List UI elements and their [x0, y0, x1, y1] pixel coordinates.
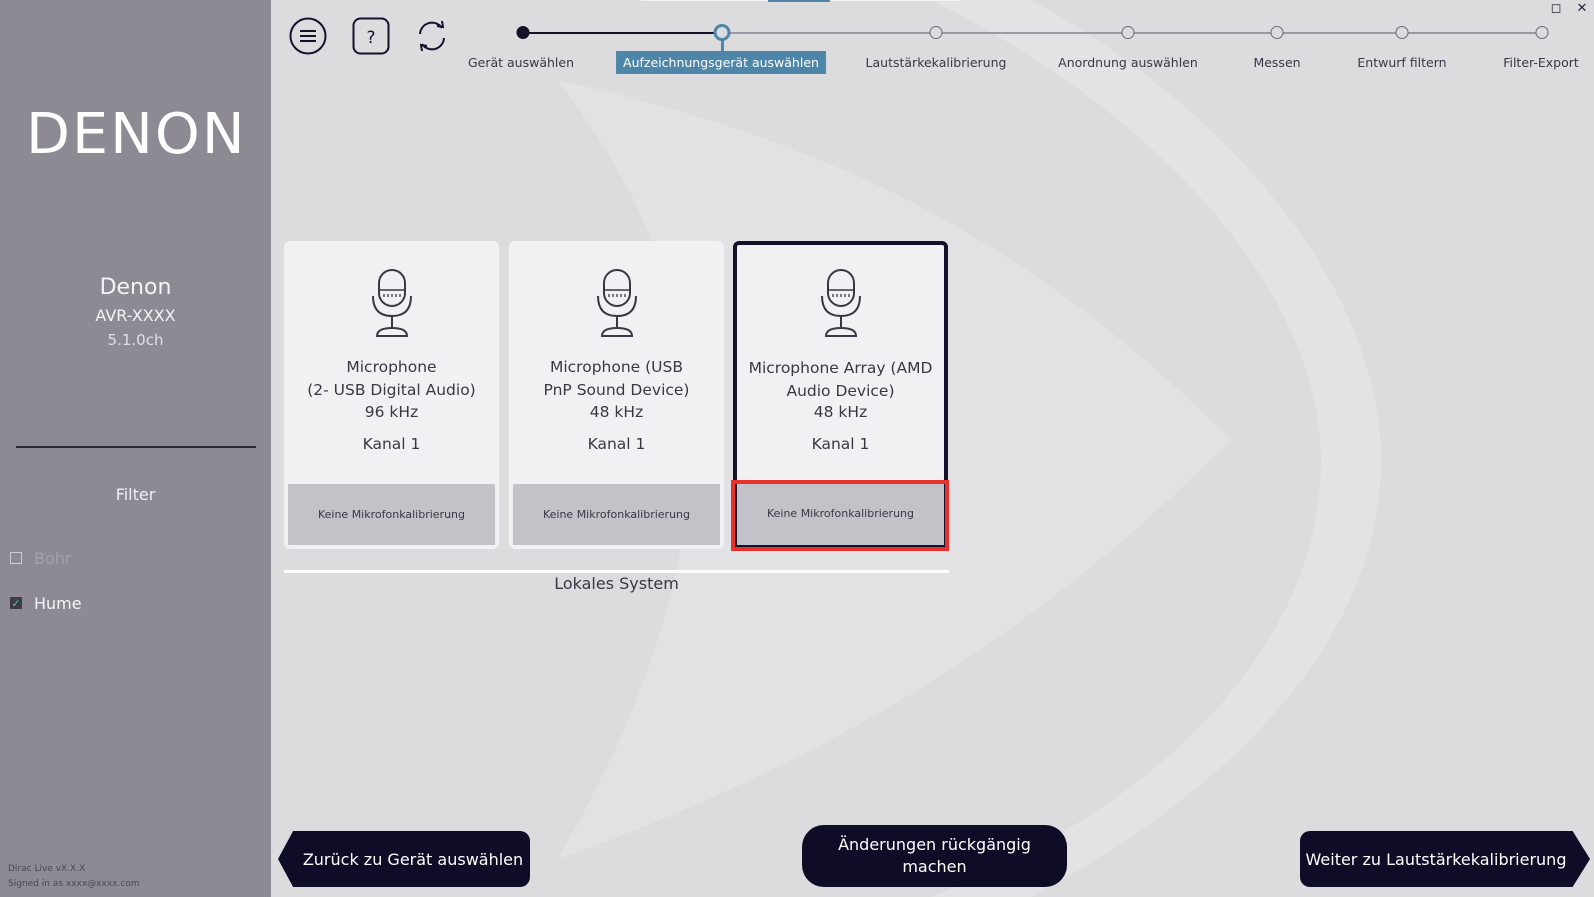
- stepper-line-done: [523, 32, 722, 34]
- step-dot-geraet[interactable]: [516, 26, 530, 39]
- step-label-export[interactable]: Filter-Export: [1503, 55, 1579, 70]
- device-model: AVR-XXXX: [95, 306, 176, 325]
- stepper-line-pending: [730, 32, 1542, 34]
- device-card-selected[interactable]: Microphone Array (AMD Audio Device) 48 k…: [733, 241, 948, 549]
- checkbox-checked-icon[interactable]: ✓: [10, 597, 22, 609]
- step-dot-anordnung[interactable]: [1121, 26, 1135, 39]
- device-card[interactable]: Microphone (2- USB Digital Audio) 96 kHz…: [284, 241, 499, 549]
- device-channel: Kanal 1: [362, 435, 421, 453]
- group-divider: [284, 570, 949, 573]
- sidebar-divider: [16, 446, 256, 448]
- undo-changes-button[interactable]: Änderungen rückgängig machen: [802, 825, 1067, 887]
- sidebar: DENON Denon AVR-XXXX 5.1.0ch Filter Bohr…: [0, 0, 271, 897]
- device-sample-rate: 48 kHz: [813, 403, 868, 421]
- checkbox-unchecked-icon[interactable]: [10, 552, 22, 564]
- app-version: Dirac Live vX.X.X: [8, 864, 86, 874]
- step-dot-aufzeichnung[interactable]: [713, 24, 731, 41]
- device-name: Microphone (USB PnP Sound Device): [543, 358, 690, 399]
- group-label: Lokales System: [554, 574, 679, 593]
- microphone-icon: [596, 269, 637, 337]
- step-label-lautstaerke[interactable]: Lautstärkekalibrierung: [866, 55, 1007, 70]
- maximize-button[interactable]: ◻: [1547, 0, 1565, 16]
- step-label-aufzeichnung[interactable]: Aufzeichnungsgerät auswählen: [616, 51, 826, 74]
- filter-item-label: Hume: [34, 593, 82, 613]
- filter-title: Filter: [115, 485, 156, 504]
- device-brand: Denon: [99, 275, 172, 300]
- denon-logo: DENON: [26, 102, 247, 167]
- device-card[interactable]: Microphone (USB PnP Sound Device) 48 kHz…: [509, 241, 724, 549]
- device-channel: Kanal 1: [587, 435, 646, 453]
- signed-in-user: Signed in as xxxx@xxxx.com: [8, 879, 140, 889]
- step-label-entwurf[interactable]: Entwurf filtern: [1357, 55, 1446, 70]
- mic-calibration-button[interactable]: Keine Mikrofonkalibrierung: [288, 484, 495, 545]
- filter-item-hume[interactable]: ✓ Hume: [10, 591, 82, 615]
- back-button[interactable]: Zurück zu Gerät auswählen: [278, 831, 530, 887]
- filter-item-label: Bohr: [34, 548, 72, 568]
- device-sample-rate: 48 kHz: [589, 403, 644, 421]
- step-dot-entwurf[interactable]: [1395, 26, 1409, 39]
- progress-stepper: Gerät auswählen Aufzeichnungsgerät auswä…: [0, 0, 1594, 90]
- close-button[interactable]: ✕: [1573, 0, 1591, 16]
- device-channels: 5.1.0ch: [107, 331, 164, 349]
- step-label-messen[interactable]: Messen: [1253, 55, 1300, 70]
- mic-calibration-button[interactable]: Keine Mikrofonkalibrierung: [513, 484, 720, 545]
- step-dot-lautstaerke[interactable]: [929, 26, 943, 39]
- next-button[interactable]: Weiter zu Lautstärkekalibrierung: [1300, 831, 1590, 887]
- filter-item-bohr[interactable]: Bohr: [10, 546, 71, 570]
- device-name: Microphone (2- USB Digital Audio): [307, 358, 476, 399]
- device-channel: Kanal 1: [811, 435, 870, 453]
- mic-calibration-button[interactable]: Keine Mikrofonkalibrierung: [737, 482, 944, 545]
- microphone-icon: [820, 269, 861, 337]
- step-dot-export[interactable]: [1535, 26, 1549, 39]
- step-dot-messen[interactable]: [1270, 26, 1284, 39]
- step-label-anordnung[interactable]: Anordnung auswählen: [1058, 55, 1198, 70]
- microphone-icon: [371, 269, 412, 337]
- step-label-geraet[interactable]: Gerät auswählen: [468, 55, 574, 70]
- device-sample-rate: 96 kHz: [364, 403, 419, 421]
- device-name: Microphone Array (AMD Audio Device): [748, 359, 933, 400]
